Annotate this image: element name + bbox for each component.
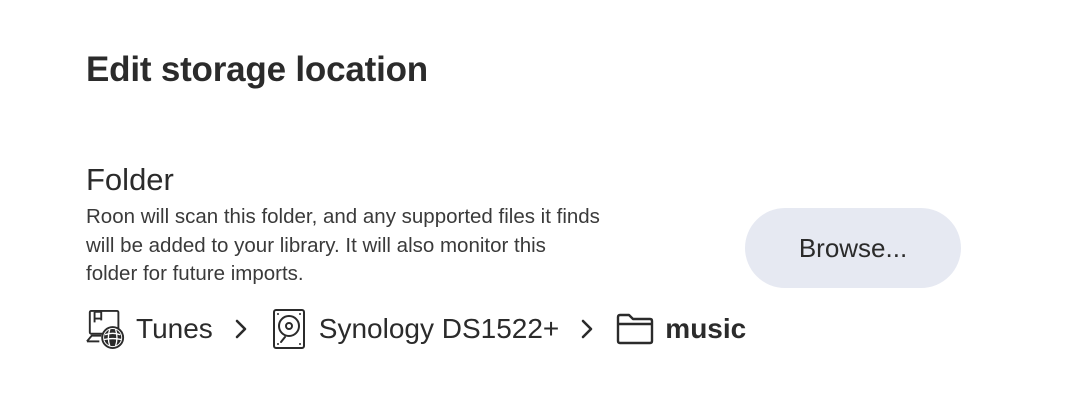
breadcrumb-item-label: music bbox=[665, 313, 747, 344]
folder-description-line: folder for future imports. bbox=[86, 262, 304, 285]
chevron-right-icon bbox=[213, 307, 269, 351]
folder-section-label: Folder bbox=[86, 162, 174, 197]
hard-drive-icon bbox=[269, 307, 309, 351]
breadcrumb-item-music[interactable]: music bbox=[615, 307, 746, 351]
chevron-right-icon bbox=[559, 307, 615, 351]
dialog-title: Edit storage location bbox=[86, 50, 428, 89]
breadcrumb-item-synology[interactable]: Synology DS1522+ bbox=[269, 307, 560, 351]
folder-icon bbox=[615, 307, 655, 351]
folder-description-line: Roon will scan this folder, and any supp… bbox=[86, 205, 600, 228]
folder-description: Roon will scan this folder, and any supp… bbox=[86, 203, 696, 289]
folder-description-line: will be added to your library. It will a… bbox=[86, 233, 546, 257]
edit-storage-dialog: Edit storage location Folder Roon will s… bbox=[86, 0, 986, 406]
network-share-icon bbox=[86, 307, 126, 351]
breadcrumb-item-label: Tunes bbox=[136, 313, 213, 344]
breadcrumb: Tunes Synology DS1522+ music bbox=[86, 305, 746, 353]
breadcrumb-item-label: Synology DS1522+ bbox=[318, 313, 560, 344]
breadcrumb-item-tunes[interactable]: Tunes bbox=[86, 307, 213, 351]
browse-button[interactable]: Browse... bbox=[745, 208, 961, 288]
